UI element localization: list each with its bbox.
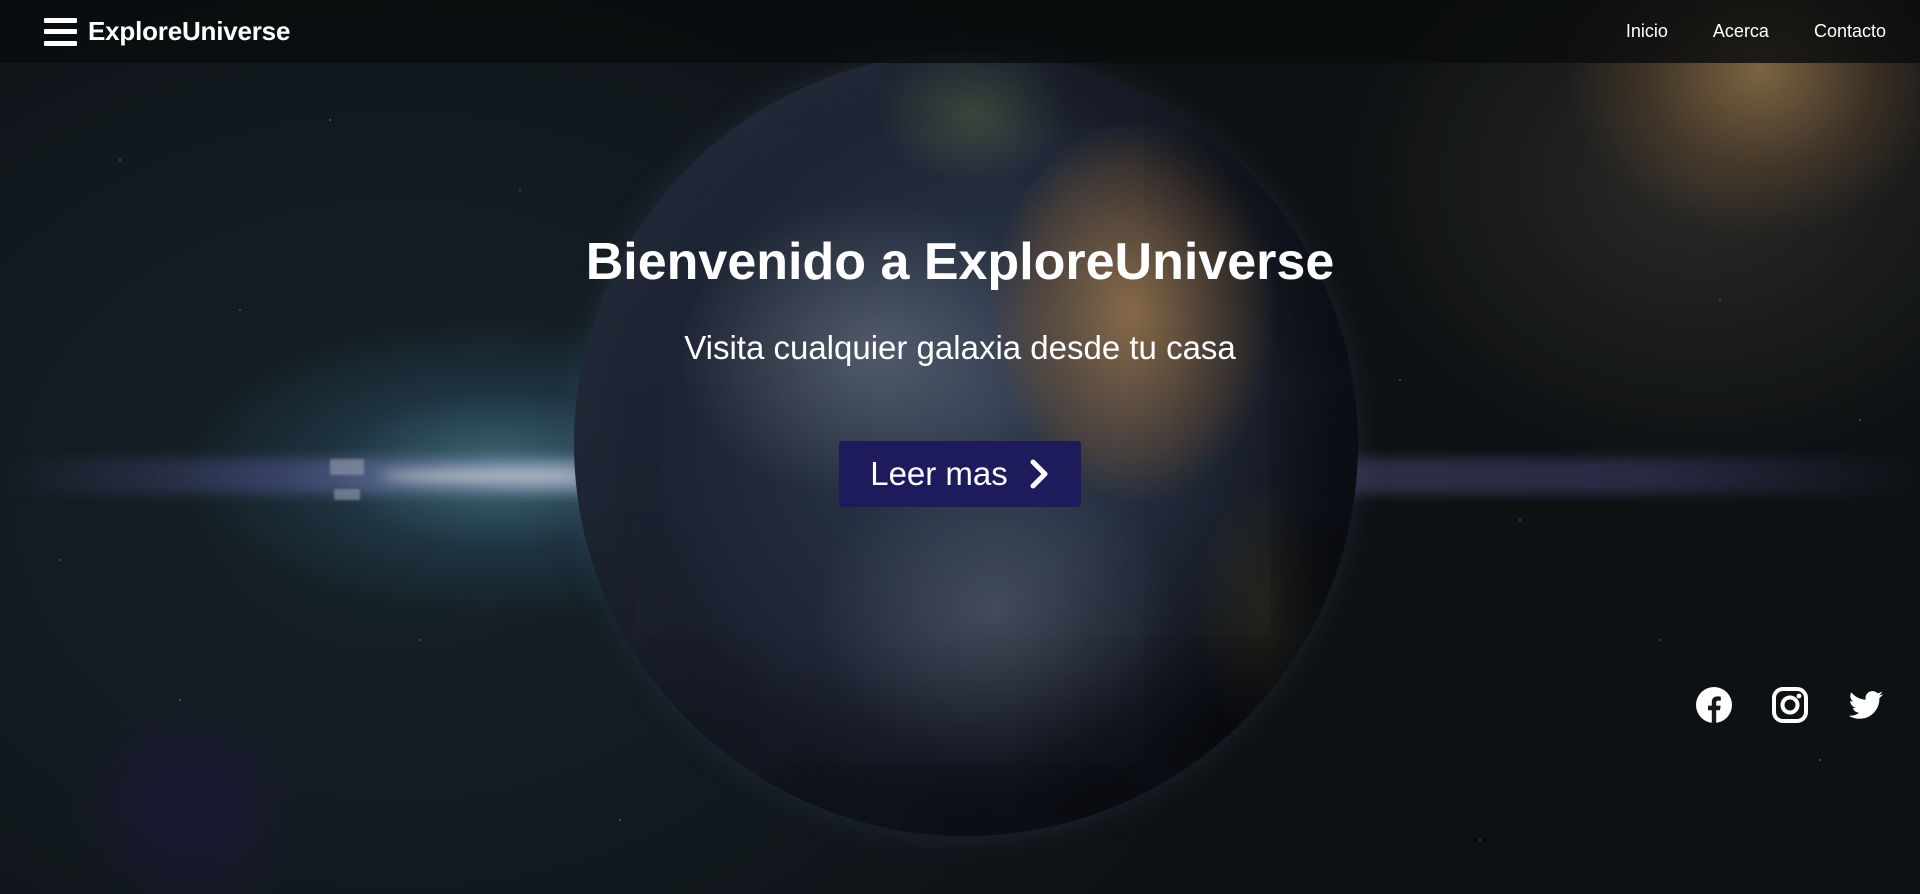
read-more-button[interactable]: Leer mas (839, 441, 1081, 507)
twitter-icon[interactable] (1847, 686, 1885, 724)
hero-subtitle: Visita cualquier galaxia desde tu casa (684, 329, 1236, 366)
facebook-icon[interactable] (1695, 686, 1733, 724)
hero-title: Bienvenido a ExploreUniverse (585, 233, 1335, 291)
landing-page: ExploreUniverse Inicio Acerca Contacto B… (0, 0, 1920, 894)
brand-logo[interactable]: ExploreUniverse (88, 16, 290, 47)
nav-link-contacto[interactable]: Contacto (1814, 21, 1886, 42)
chevron-right-icon (1030, 459, 1048, 489)
read-more-label: Leer mas (870, 455, 1008, 492)
nav-links: Inicio Acerca Contacto (1581, 21, 1886, 42)
top-navbar: ExploreUniverse Inicio Acerca Contacto (0, 0, 1920, 63)
nav-link-acerca[interactable]: Acerca (1713, 21, 1769, 42)
hamburger-menu-icon[interactable] (44, 17, 77, 46)
instagram-icon[interactable] (1771, 686, 1809, 724)
nav-link-inicio[interactable]: Inicio (1626, 21, 1668, 42)
social-links (1695, 686, 1885, 724)
